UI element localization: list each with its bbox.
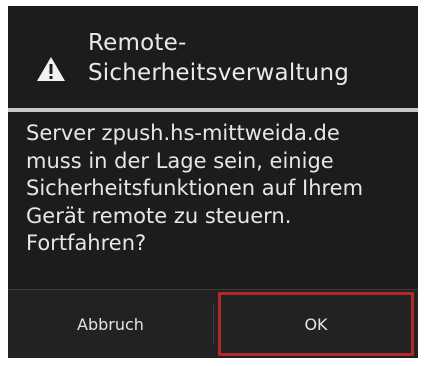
message-line: Server zpush.hs-mittweida.de [26, 121, 340, 145]
button-separator [213, 304, 214, 344]
ok-button[interactable]: OK [218, 292, 414, 356]
warning-icon [37, 57, 65, 81]
message-line: Fortfahren? [26, 231, 147, 255]
security-dialog: Remote- Sicherheitsverwaltung Server zpu… [8, 6, 418, 358]
message-line: Sicherheitsfunktionen auf Ihrem [26, 176, 364, 200]
cancel-button[interactable]: Abbruch [8, 290, 213, 358]
dialog-title-line-1: Remote- [88, 30, 187, 56]
dialog-title: Remote- Sicherheitsverwaltung [88, 28, 408, 88]
message-line: Gerät remote zu steuern. [26, 203, 292, 228]
dialog-message: Server zpush.hs-mittweida.de muss in der… [26, 120, 416, 258]
dialog-button-bar: Abbruch OK [8, 289, 418, 358]
message-line: muss in der Lage sein, einige [26, 148, 334, 173]
dialog-title-line-2: Sicherheitsverwaltung [88, 60, 350, 86]
title-divider [8, 108, 418, 112]
dialog-title-bar: Remote- Sicherheitsverwaltung [8, 6, 418, 108]
